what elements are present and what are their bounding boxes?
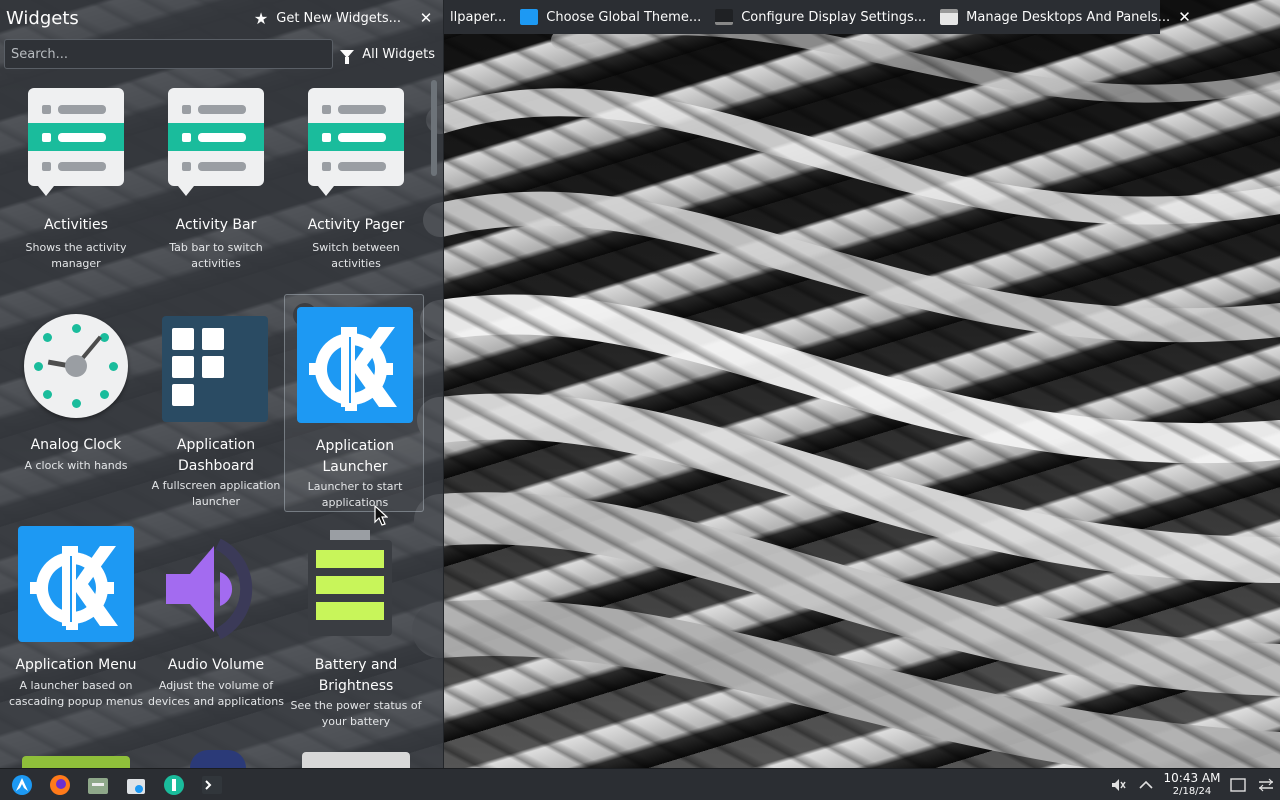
scrollbar-thumb[interactable] [431,80,437,176]
widget-description: A launcher based on cascading popup menu… [8,679,144,708]
system-settings-icon[interactable] [158,769,190,800]
widget-description: A fullscreen application launcher [151,479,281,508]
system-tray: 10:43 AM 2/18/24 [1104,769,1280,800]
kde-menu-icon [18,526,134,642]
task-label: Configure Display Settings... [741,9,927,25]
widgets-search-row: All Widgets [0,36,443,72]
task-label: llpaper... [450,9,507,25]
partial-widget-icon [190,750,246,768]
kde-launcher-icon [297,307,413,423]
global-theme-icon [520,9,539,25]
widget-description: Launcher to start applications [307,480,403,509]
battery-icon [286,520,426,650]
display-icon [715,9,734,25]
app-launcher-button[interactable] [6,769,38,800]
widget-name: Audio Volume [167,657,265,673]
widget-application-menu[interactable]: Application Menu A launcher based on cas… [6,520,146,738]
widget-name: Activity Bar [175,217,257,233]
partial-widget-icon [22,756,130,768]
taskbar: 10:43 AM 2/18/24 [0,768,1280,800]
widget-description: Shows the activity manager [25,241,127,270]
widget-name: Application Menu [15,657,137,673]
widget-description: See the power status of your battery [290,699,422,728]
widget-name: Battery and Brightness [314,657,398,694]
volume-muted-icon[interactable] [1104,769,1132,800]
widget-name: Activity Pager [307,217,405,233]
panel-settings-icon[interactable] [1252,769,1280,800]
chevron-up-icon[interactable] [1132,769,1160,800]
partial-widget-icon [302,752,410,768]
task-label: Manage Desktops And Panels... [966,9,1171,25]
widgets-header: Widgets ★ Get New Widgets... ✕ [0,0,443,36]
widget-description: Tab bar to switch activities [169,241,263,270]
widget-name: Application Launcher [315,438,395,475]
filter-label: All Widgets [362,46,435,62]
widget-description: Adjust the volume of devices and applica… [148,679,284,708]
activities-icon [22,86,130,204]
task-label: Choose Global Theme... [546,9,702,25]
digital-clock[interactable]: 10:43 AM 2/18/24 [1160,770,1224,798]
widgets-sidebar: Widgets ★ Get New Widgets... ✕ All Widge… [0,0,444,768]
file-manager-icon[interactable] [82,769,114,800]
widget-battery-brightness[interactable]: Battery and Brightness See the power sta… [286,520,426,738]
widget-name: Analog Clock [30,437,122,453]
get-new-widgets-button[interactable]: ★ Get New Widgets... [254,9,401,28]
widget-analog-clock[interactable]: Analog Clock A clock with hands [6,300,146,518]
widget-application-launcher[interactable]: 1 Application Launcher Lau [284,294,424,512]
filter-button[interactable]: All Widgets [340,46,439,64]
widget-activity-pager[interactable]: Activity Pager Switch between activities [286,80,426,298]
widgets-grid: Activities Shows the activity manager Ac… [6,80,426,768]
show-desktop-icon[interactable] [1224,769,1252,800]
widget-description: Switch between activities [312,241,400,270]
discover-store-icon[interactable] [120,769,152,800]
terminal-icon[interactable] [196,769,228,800]
window-list-panel: llpaper... Choose Global Theme... Config… [444,0,1191,34]
get-new-widgets-label: Get New Widgets... [276,10,401,26]
task-wallpaper[interactable]: llpaper... [444,0,514,34]
widget-name: Activities [44,217,108,233]
filter-icon [340,50,355,64]
firefox-icon[interactable] [44,769,76,800]
clock-icon [16,306,136,426]
widget-description: A clock with hands [24,459,128,472]
widgets-title: Widgets [6,7,79,29]
task-display-settings[interactable]: Configure Display Settings... [709,0,934,34]
clock-date: 2/18/24 [1172,785,1212,797]
widgets-scrollbar[interactable] [431,80,437,760]
dashboard-icon [162,306,270,424]
activity-bar-icon [162,86,270,204]
widget-application-dashboard[interactable]: Application Dashboard A fullscreen appli… [146,300,286,518]
star-icon: ★ [253,8,269,28]
task-manage-desktops[interactable]: Manage Desktops And Panels... [934,0,1178,34]
activity-pager-icon [302,86,410,204]
arch-logo-icon [12,774,32,795]
close-icon[interactable]: ✕ [415,9,437,27]
close-icon[interactable]: ✕ [1178,8,1191,26]
task-global-theme[interactable]: Choose Global Theme... [514,0,709,34]
widget-activities[interactable]: Activities Shows the activity manager [6,80,146,298]
desktops-panels-icon [940,9,959,25]
speaker-icon [156,526,276,646]
widget-name: Application Dashboard [176,437,256,474]
clock-time: 10:43 AM [1163,770,1221,785]
widget-activity-bar[interactable]: Activity Bar Tab bar to switch activitie… [146,80,286,298]
search-input[interactable] [4,39,333,69]
widget-audio-volume[interactable]: Audio Volume Adjust the volume of device… [146,520,286,738]
